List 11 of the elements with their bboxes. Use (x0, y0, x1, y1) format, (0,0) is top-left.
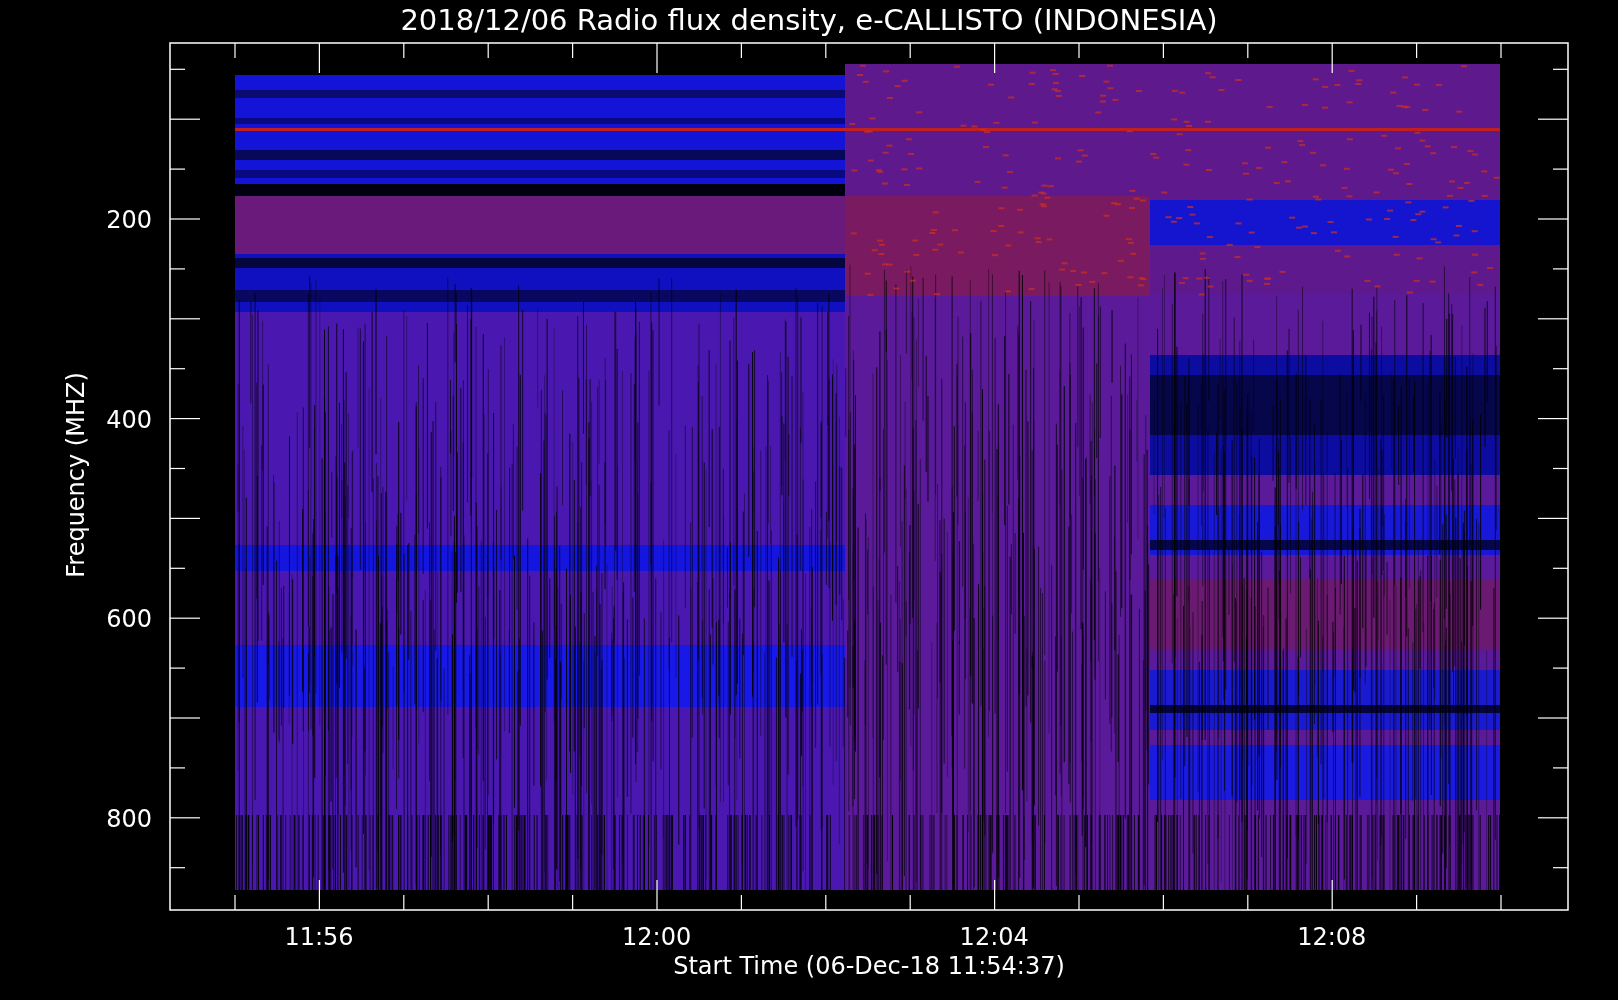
y-axis-title: Frequency (MHZ) (62, 372, 90, 578)
y-tick-label: 400 (106, 405, 152, 434)
x-tick-label: 12:04 (959, 923, 1029, 951)
y-tick-label: 600 (106, 605, 152, 634)
chart-title: 2018/12/06 Radio flux density, e-CALLISTO (INDONESIA) (400, 3, 1218, 37)
x-axis-title: Start Time (06-Dec-18 11:54:37) (673, 952, 1065, 980)
x-tick-label: 11:56 (284, 923, 354, 951)
y-tick-label: 200 (106, 206, 152, 234)
x-tick-label: 12:08 (1297, 923, 1367, 951)
x-tick-label: 12:00 (622, 923, 692, 951)
y-tick-label: 800 (106, 804, 152, 833)
